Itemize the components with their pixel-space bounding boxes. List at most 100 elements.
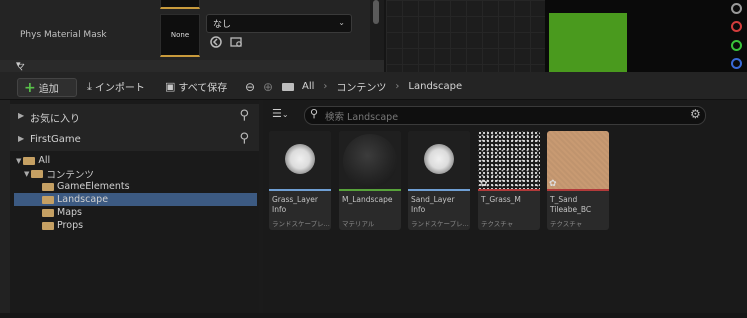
view-settings-icon[interactable]: ⚙	[690, 107, 701, 121]
search-placeholder: 検索 Landscape	[325, 112, 399, 123]
tree-item-label: Landscape	[57, 194, 109, 205]
texture-badge-icon: ✿	[549, 179, 557, 189]
asset-name: M_Landscape	[342, 195, 393, 204]
tree-item-props[interactable]: Props	[42, 219, 83, 232]
color-preview-swatch	[549, 13, 627, 72]
asset-tile[interactable]: ✿ T_Grass_M テクスチャ	[478, 131, 540, 230]
bottom-border	[0, 313, 747, 318]
search-icon: ⚲	[310, 107, 319, 120]
folder-icon	[282, 82, 294, 91]
plus-icon: +	[24, 79, 36, 96]
chevron-down-icon: ⌄	[281, 110, 289, 119]
breadcrumb-item-landscape[interactable]: Landscape	[408, 81, 462, 92]
tree-item-label: Maps	[57, 207, 82, 218]
filter-icon: ☰	[272, 107, 282, 120]
tree-item-contents[interactable]: ▼ コンテンツ	[24, 167, 94, 181]
phys-material-mask-label: Phys Material Mask	[20, 30, 107, 40]
breadcrumb: All › コンテンツ › Landscape	[302, 78, 462, 95]
asset-tile[interactable]: Grass_Layer Info ランドスケープレ...	[269, 131, 331, 230]
asset-type-bar	[269, 189, 331, 191]
asset-type-label: ランドスケープレ...	[272, 220, 330, 228]
top-thumbnail-slot[interactable]	[160, 0, 200, 9]
asset-thumbnail	[408, 131, 470, 189]
breadcrumb-separator-icon[interactable]: ›	[323, 81, 327, 92]
asset-type-bar	[478, 189, 540, 191]
browse-folder-icon[interactable]	[230, 36, 243, 51]
import-button[interactable]: ⤓ インポート	[87, 78, 157, 95]
tree-item-landscape[interactable]: Landscape	[42, 193, 108, 206]
asset-name: Sand_Layer Info	[411, 195, 455, 214]
project-header[interactable]: ▶ FirstGame ⚲	[10, 129, 259, 151]
asset-type-label: マテリアル	[342, 220, 375, 228]
details-scroll-thumb[interactable]	[373, 0, 379, 24]
back-arrow-icon: ⊖	[245, 79, 256, 94]
asset-type-label: ランドスケープレ...	[411, 220, 469, 228]
phys-material-mask-combo[interactable]: なし ⌄	[206, 14, 352, 33]
asset-thumbnail	[269, 131, 331, 189]
material-sphere-icon	[343, 134, 397, 188]
blue-pin-icon[interactable]	[731, 58, 742, 69]
breadcrumb-item-contents[interactable]: コンテンツ	[336, 79, 386, 94]
tree-item-label: GameElements	[57, 181, 130, 192]
favorites-label: お気に入り	[30, 114, 80, 125]
asset-type-label: テクスチャ	[481, 220, 514, 228]
tree-item-maps[interactable]: Maps	[42, 206, 82, 219]
asset-name: T_Sand Tileabe_BC	[550, 195, 592, 214]
use-selected-icon[interactable]	[210, 36, 222, 51]
import-button-label: インポート	[94, 83, 145, 94]
asset-type-bar	[408, 189, 470, 191]
asset-type-bar	[547, 189, 609, 191]
material-section-header[interactable]: ▾ マテリアル	[0, 60, 384, 125]
breadcrumb-item-all[interactable]: All	[302, 81, 314, 92]
tree-item-all[interactable]: ▼ All	[16, 154, 50, 167]
asset-name: T_Grass_M	[481, 195, 521, 204]
green-pin-icon[interactable]	[731, 40, 742, 51]
project-label: FirstGame	[30, 134, 81, 145]
output-pin-icon[interactable]	[731, 3, 742, 14]
asset-type-label: テクスチャ	[550, 220, 583, 228]
landscape-layer-info-icon	[424, 144, 454, 174]
search-icon[interactable]: ⚲	[239, 108, 249, 123]
folder-icon	[42, 182, 54, 191]
landscape-layer-info-icon	[285, 144, 315, 174]
tree-item-label: コンテンツ	[46, 169, 94, 181]
asset-thumbnail	[339, 131, 401, 189]
history-back-button[interactable]: ⊖	[245, 78, 259, 95]
search-icon[interactable]: ⚲	[239, 131, 249, 146]
open-folder-icon	[31, 169, 44, 178]
expanded-triangle-icon: ▼	[24, 169, 30, 178]
phys-material-mask-thumbnail[interactable]: None	[160, 14, 200, 57]
save-all-button[interactable]: ▣ すべて保存	[165, 78, 243, 95]
expand-triangle-icon: ▶	[18, 134, 25, 143]
asset-search-input[interactable]: ⚲ 検索 Landscape	[304, 106, 706, 125]
asset-type-bar	[339, 189, 401, 191]
asset-tile[interactable]: Sand_Layer Info ランドスケープレ...	[408, 131, 470, 230]
open-folder-icon	[23, 156, 36, 165]
red-pin-icon[interactable]	[731, 21, 742, 32]
tree-item-label: Props	[57, 220, 84, 231]
add-button[interactable]: + 追加	[17, 78, 77, 97]
add-button-label: 追加	[38, 84, 59, 95]
save-all-button-label: すべて保存	[178, 83, 228, 94]
history-forward-button[interactable]: ⊕	[263, 78, 277, 95]
asset-tile[interactable]: M_Landscape マテリアル	[339, 131, 401, 230]
asset-thumbnail: ✿	[478, 131, 540, 189]
asset-name: Grass_Layer Info	[272, 195, 318, 214]
none-thumbnail-label: None	[170, 31, 190, 39]
forward-arrow-icon: ⊕	[263, 79, 274, 94]
favorites-header[interactable]: ▶ お気に入り ⚲	[10, 104, 259, 129]
asset-thumbnail: ✿	[547, 131, 609, 189]
breadcrumb-separator-icon[interactable]: ›	[395, 81, 399, 92]
asset-tile[interactable]: ✿ T_Sand Tileabe_BC テクスチャ	[547, 131, 609, 230]
expanded-triangle-icon: ▼	[16, 156, 22, 165]
texture-badge-icon: ✿	[480, 179, 488, 189]
save-icon: ▣	[165, 80, 176, 93]
folder-icon	[42, 195, 54, 204]
folder-path-icon-wrap[interactable]	[282, 78, 298, 95]
filter-button[interactable]: ☰⌄	[272, 107, 289, 120]
tree-item-label: All	[38, 155, 51, 166]
folder-icon	[42, 208, 54, 217]
left-panel-edge	[0, 100, 10, 318]
tree-item-gameelements[interactable]: GameElements	[42, 180, 130, 193]
expand-triangle-icon: ▶	[18, 111, 25, 120]
